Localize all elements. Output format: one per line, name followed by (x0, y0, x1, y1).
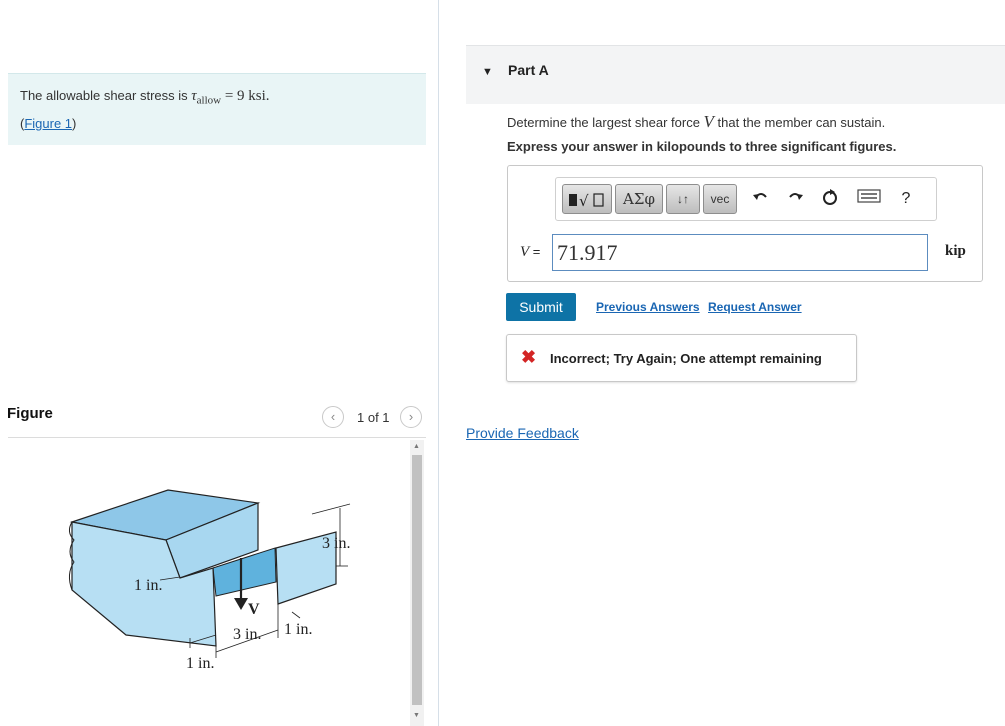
scrollbar-thumb[interactable] (412, 455, 422, 705)
svg-text:√: √ (579, 192, 589, 210)
figure-heading: Figure (7, 405, 53, 422)
previous-answers-link[interactable]: Previous Answers (596, 300, 700, 314)
caret-down-icon: ▼ (482, 66, 493, 78)
next-figure-button[interactable]: › (400, 406, 422, 428)
dim-label: 1 in. (134, 577, 162, 594)
problem-text: The allowable shear stress is τallow = 9… (20, 88, 270, 107)
tau-subscript: allow (196, 94, 222, 107)
scroll-up-icon[interactable]: ▲ (413, 443, 420, 450)
figure-link[interactable]: Figure 1 (24, 116, 72, 131)
feedback-text: Incorrect; Try Again; One attempt remain… (550, 351, 822, 366)
undo-icon[interactable] (750, 188, 772, 210)
dim-label: 1 in. (186, 655, 214, 672)
templates-icon: √ (569, 192, 604, 210)
arrows-button[interactable]: ↓↑ (666, 184, 700, 214)
scroll-down-icon[interactable]: ▼ (413, 712, 420, 719)
figure-pager-text: 1 of 1 (357, 410, 390, 425)
problem-statement: The allowable shear stress is τallow = 9… (8, 73, 426, 145)
variable-label: V = (520, 244, 541, 260)
dim-label: 3 in. (322, 535, 350, 552)
keyboard-icon[interactable] (856, 188, 882, 210)
prev-figure-button[interactable]: ‹ (322, 406, 344, 428)
feedback-box: ✖ Incorrect; Try Again; One attempt rema… (506, 334, 857, 382)
math-toolbar: √ ΑΣφ ↓↑ vec ? (555, 177, 937, 221)
dim-label: 3 in. (233, 626, 261, 643)
panel-divider (438, 0, 439, 726)
part-title: Part A (508, 62, 549, 78)
chevron-right-icon: › (408, 409, 414, 424)
force-label: V (248, 601, 260, 618)
redo-icon[interactable] (784, 188, 806, 210)
reset-icon[interactable] (819, 188, 841, 210)
vec-button[interactable]: vec (703, 184, 737, 214)
x-icon: ✖ (521, 347, 537, 367)
unit-label: kip (945, 243, 966, 259)
question-text: Determine the largest shear force V that… (507, 112, 886, 131)
chevron-left-icon: ‹ (330, 409, 336, 424)
instruction-text: Express your answer in kilopounds to thr… (507, 139, 897, 154)
figure-divider (8, 437, 426, 438)
dim-label: 1 in. (284, 621, 312, 638)
submit-button[interactable]: Submit (506, 293, 576, 321)
figure-link-line: (Figure 1) (20, 116, 77, 131)
answer-box: √ ΑΣφ ↓↑ vec ? V = kip (507, 165, 983, 282)
force-arrowhead (234, 598, 248, 610)
part-a-header[interactable]: ▼ Part A (466, 45, 1005, 104)
templates-button[interactable]: √ (562, 184, 612, 214)
stress-value: = 9 ksi. (221, 88, 270, 104)
help-button[interactable]: ? (895, 188, 917, 210)
provide-feedback-link[interactable]: Provide Feedback (466, 425, 579, 441)
answer-input[interactable] (552, 234, 928, 271)
request-answer-link[interactable]: Request Answer (708, 300, 802, 314)
member-figure: 3 in. 1 in. V 3 in. 1 in. 1 in. (68, 489, 350, 672)
greek-button[interactable]: ΑΣφ (615, 184, 663, 214)
